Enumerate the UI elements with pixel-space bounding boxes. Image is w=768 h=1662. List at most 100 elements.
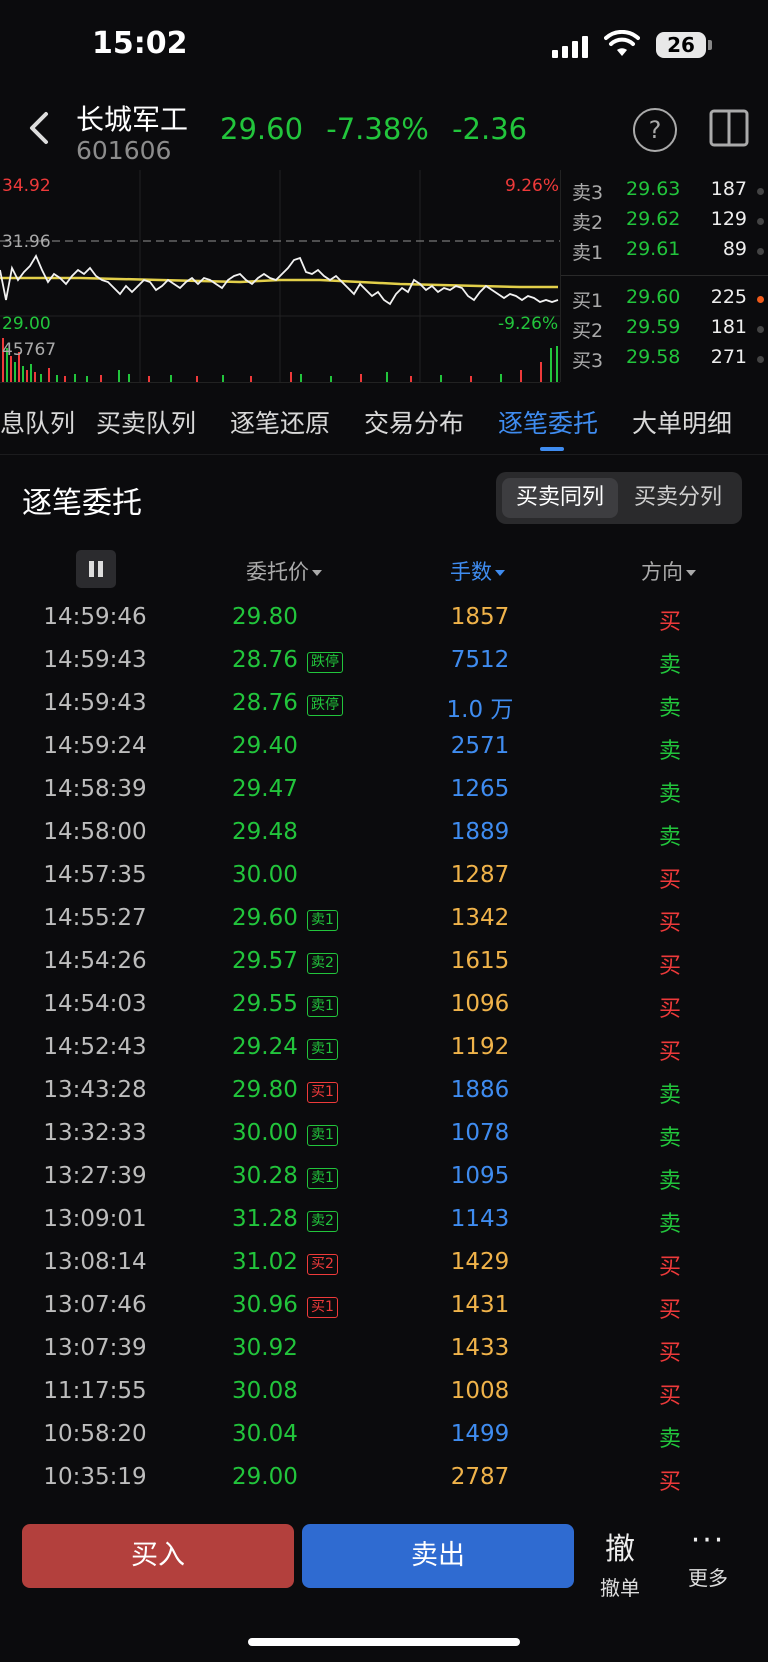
table-row: 14:59:24 29.40 2571 卖: [0, 727, 768, 770]
trade-direction: 卖: [658, 1427, 681, 1452]
trade-volume: 1096: [450, 991, 510, 1017]
trade-time: 14:55:27: [43, 905, 147, 931]
trade-time: 11:17:55: [43, 1378, 147, 1404]
bid-volume: 271: [710, 346, 747, 368]
trade-price: 30.96: [232, 1292, 298, 1318]
price-summary: 29.60 -7.38% -2.36: [220, 112, 537, 146]
trade-volume: 1886: [450, 1077, 510, 1103]
buy-button[interactable]: 买入: [22, 1524, 294, 1588]
ask-row-3: 卖3 29.63 187: [561, 178, 768, 208]
trade-time: 14:59:43: [43, 690, 147, 716]
trade-time: 14:58:00: [43, 819, 147, 845]
trade-time: 13:27:39: [43, 1163, 147, 1189]
trade-time: 14:52:43: [43, 1034, 147, 1060]
tab-tick-restore[interactable]: 逐笔还原: [230, 404, 330, 440]
current-price: 29.60: [220, 112, 304, 146]
table-row: 14:54:26 29.57 卖2 1615 买: [0, 942, 768, 985]
intraday-chart[interactable]: 34.92 31.96 29.00 9.26% -9.26% 45767: [0, 170, 560, 383]
cancel-icon: 撤: [605, 1532, 635, 1567]
table-row: 14:52:43 29.24 卖1 1192 买: [0, 1028, 768, 1071]
avg-price-line: [0, 276, 558, 289]
column-header-price[interactable]: 委托价: [246, 556, 322, 586]
table-row: 13:07:39 30.92 1433 买: [0, 1329, 768, 1372]
battery-icon: 26: [656, 32, 712, 58]
trade-direction: 买: [658, 1470, 681, 1495]
bid-price: 29.58: [626, 346, 681, 368]
trade-volume: 1.0 万: [446, 697, 514, 723]
trade-time: 13:09:01: [43, 1206, 147, 1232]
column-header-price-label: 委托价: [246, 560, 309, 584]
trade-price: 29.24: [232, 1034, 298, 1060]
trade-direction: 买: [658, 1341, 681, 1366]
trade-time: 14:58:39: [43, 776, 147, 802]
tab-trade-distribution[interactable]: 交易分布: [364, 404, 464, 440]
tab-large-orders[interactable]: 大单明细: [632, 404, 732, 440]
trade-volume: 1433: [450, 1335, 510, 1361]
trade-volume: 1078: [450, 1120, 510, 1146]
sort-caret-icon: [495, 570, 505, 576]
trade-price: 29.40: [232, 733, 298, 759]
order-book[interactable]: 卖3 29.63 187 卖2 29.62 129 卖1 29.61 89 买1…: [560, 170, 768, 382]
trade-volume: 1499: [450, 1421, 510, 1447]
sell-button[interactable]: 卖出: [302, 1524, 574, 1588]
ask-price: 29.61: [626, 238, 681, 260]
trade-price: 30.28: [232, 1163, 298, 1189]
stock-name: 长城军工: [76, 103, 189, 136]
bid-volume: 225: [710, 286, 747, 308]
tab-tick-orders[interactable]: 逐笔委托: [498, 404, 598, 440]
ask-volume: 129: [710, 208, 747, 230]
help-icon[interactable]: ?: [633, 108, 677, 152]
bid-row-3: 买3 29.58 271: [561, 346, 768, 376]
chart-high-pct-label: 9.26%: [505, 176, 560, 196]
price-tag-badge: 买2: [307, 1254, 338, 1275]
trade-price: 30.08: [232, 1378, 298, 1404]
tab-buy-sell-queue[interactable]: 买卖队列: [96, 404, 196, 440]
chart-prev-close-label: 31.96: [2, 232, 51, 252]
trade-time: 13:07:39: [43, 1335, 147, 1361]
trade-time: 14:54:03: [43, 991, 147, 1017]
ask-label: 卖3: [572, 182, 604, 204]
status-dot: [757, 188, 764, 195]
trade-direction: 卖: [658, 653, 681, 678]
wifi-icon: [604, 30, 640, 56]
table-row: 13:43:28 29.80 买1 1886 卖: [0, 1071, 768, 1114]
seg-combined[interactable]: 买卖同列: [502, 478, 618, 518]
trade-price: 29.80: [232, 604, 298, 630]
column-header-volume[interactable]: 手数: [450, 556, 505, 586]
chart-high-label: 34.92: [2, 176, 51, 196]
more-button[interactable]: ··· 更多: [680, 1524, 736, 1591]
bid-row-2: 买2 29.59 181: [561, 316, 768, 346]
home-indicator: [248, 1638, 520, 1646]
price-tag-badge: 卖2: [307, 953, 338, 974]
tab-message-queue[interactable]: 息队列: [0, 404, 75, 440]
status-bar: 15:02 26: [0, 0, 768, 90]
bid-volume: 181: [710, 316, 747, 338]
price-tag-badge: 买1: [307, 1297, 338, 1318]
table-row: 11:17:55 30.08 1008 买: [0, 1372, 768, 1415]
table-row: 14:55:27 29.60 卖1 1342 买: [0, 899, 768, 942]
trade-price: 30.00: [232, 862, 298, 888]
trade-volume: 7512: [450, 647, 510, 673]
clock: 15:02: [92, 26, 188, 61]
trade-time: 14:54:26: [43, 948, 147, 974]
trade-time: 14:59:46: [43, 604, 147, 630]
cancel-order-button[interactable]: 撤 撤单: [592, 1524, 648, 1601]
trade-time: 13:08:14: [43, 1249, 147, 1275]
ask-label: 卖2: [572, 212, 604, 234]
view-mode-toggle: 买卖同列 买卖分列: [496, 472, 742, 524]
cellular-signal-icon: [552, 34, 588, 58]
trade-direction: 卖: [658, 1126, 681, 1151]
trade-time: 13:43:28: [43, 1077, 147, 1103]
seg-separated[interactable]: 买卖分列: [620, 478, 736, 518]
trade-direction: 卖: [658, 1083, 681, 1108]
status-dot: [757, 296, 764, 303]
change-amount: -2.36: [452, 112, 528, 146]
table-row: 13:27:39 30.28 卖1 1095 卖: [0, 1157, 768, 1200]
back-icon[interactable]: [24, 108, 54, 148]
pause-icon[interactable]: [76, 550, 116, 588]
status-dot: [757, 356, 764, 363]
layout-switch-icon[interactable]: [708, 106, 750, 148]
trade-direction: 买: [658, 610, 681, 635]
column-header-direction[interactable]: 方向: [641, 556, 696, 586]
table-row: 13:09:01 31.28 卖2 1143 卖: [0, 1200, 768, 1243]
